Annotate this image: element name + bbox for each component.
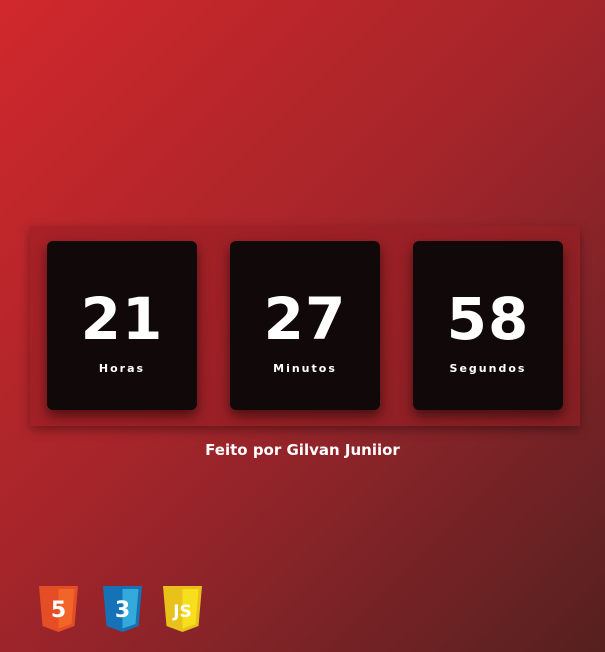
html5-icon: 5: [37, 586, 80, 633]
minutes-tile: 27 Minutos: [230, 241, 380, 410]
seconds-tile: 58 Segundos: [413, 241, 563, 410]
hours-label: Horas: [98, 362, 146, 375]
hours-value: 21: [80, 285, 164, 353]
html5-glyph: 5: [51, 598, 66, 623]
seconds-value: 58: [446, 285, 530, 353]
minutes-label: Minutos: [273, 362, 337, 375]
countdown-panel: 21 Horas 27 Minutos 58 Segundos: [30, 226, 580, 426]
hours-tile: 21 Horas: [47, 241, 197, 410]
css3-glyph: 3: [115, 598, 130, 623]
seconds-label: Segundos: [449, 362, 527, 375]
javascript-glyph: JS: [172, 602, 192, 622]
css3-icon: 3: [101, 586, 144, 633]
author-credit: Feito por Gilvan Juniior: [205, 441, 400, 459]
javascript-icon: JS: [161, 586, 204, 633]
minutes-value: 27: [263, 285, 347, 353]
